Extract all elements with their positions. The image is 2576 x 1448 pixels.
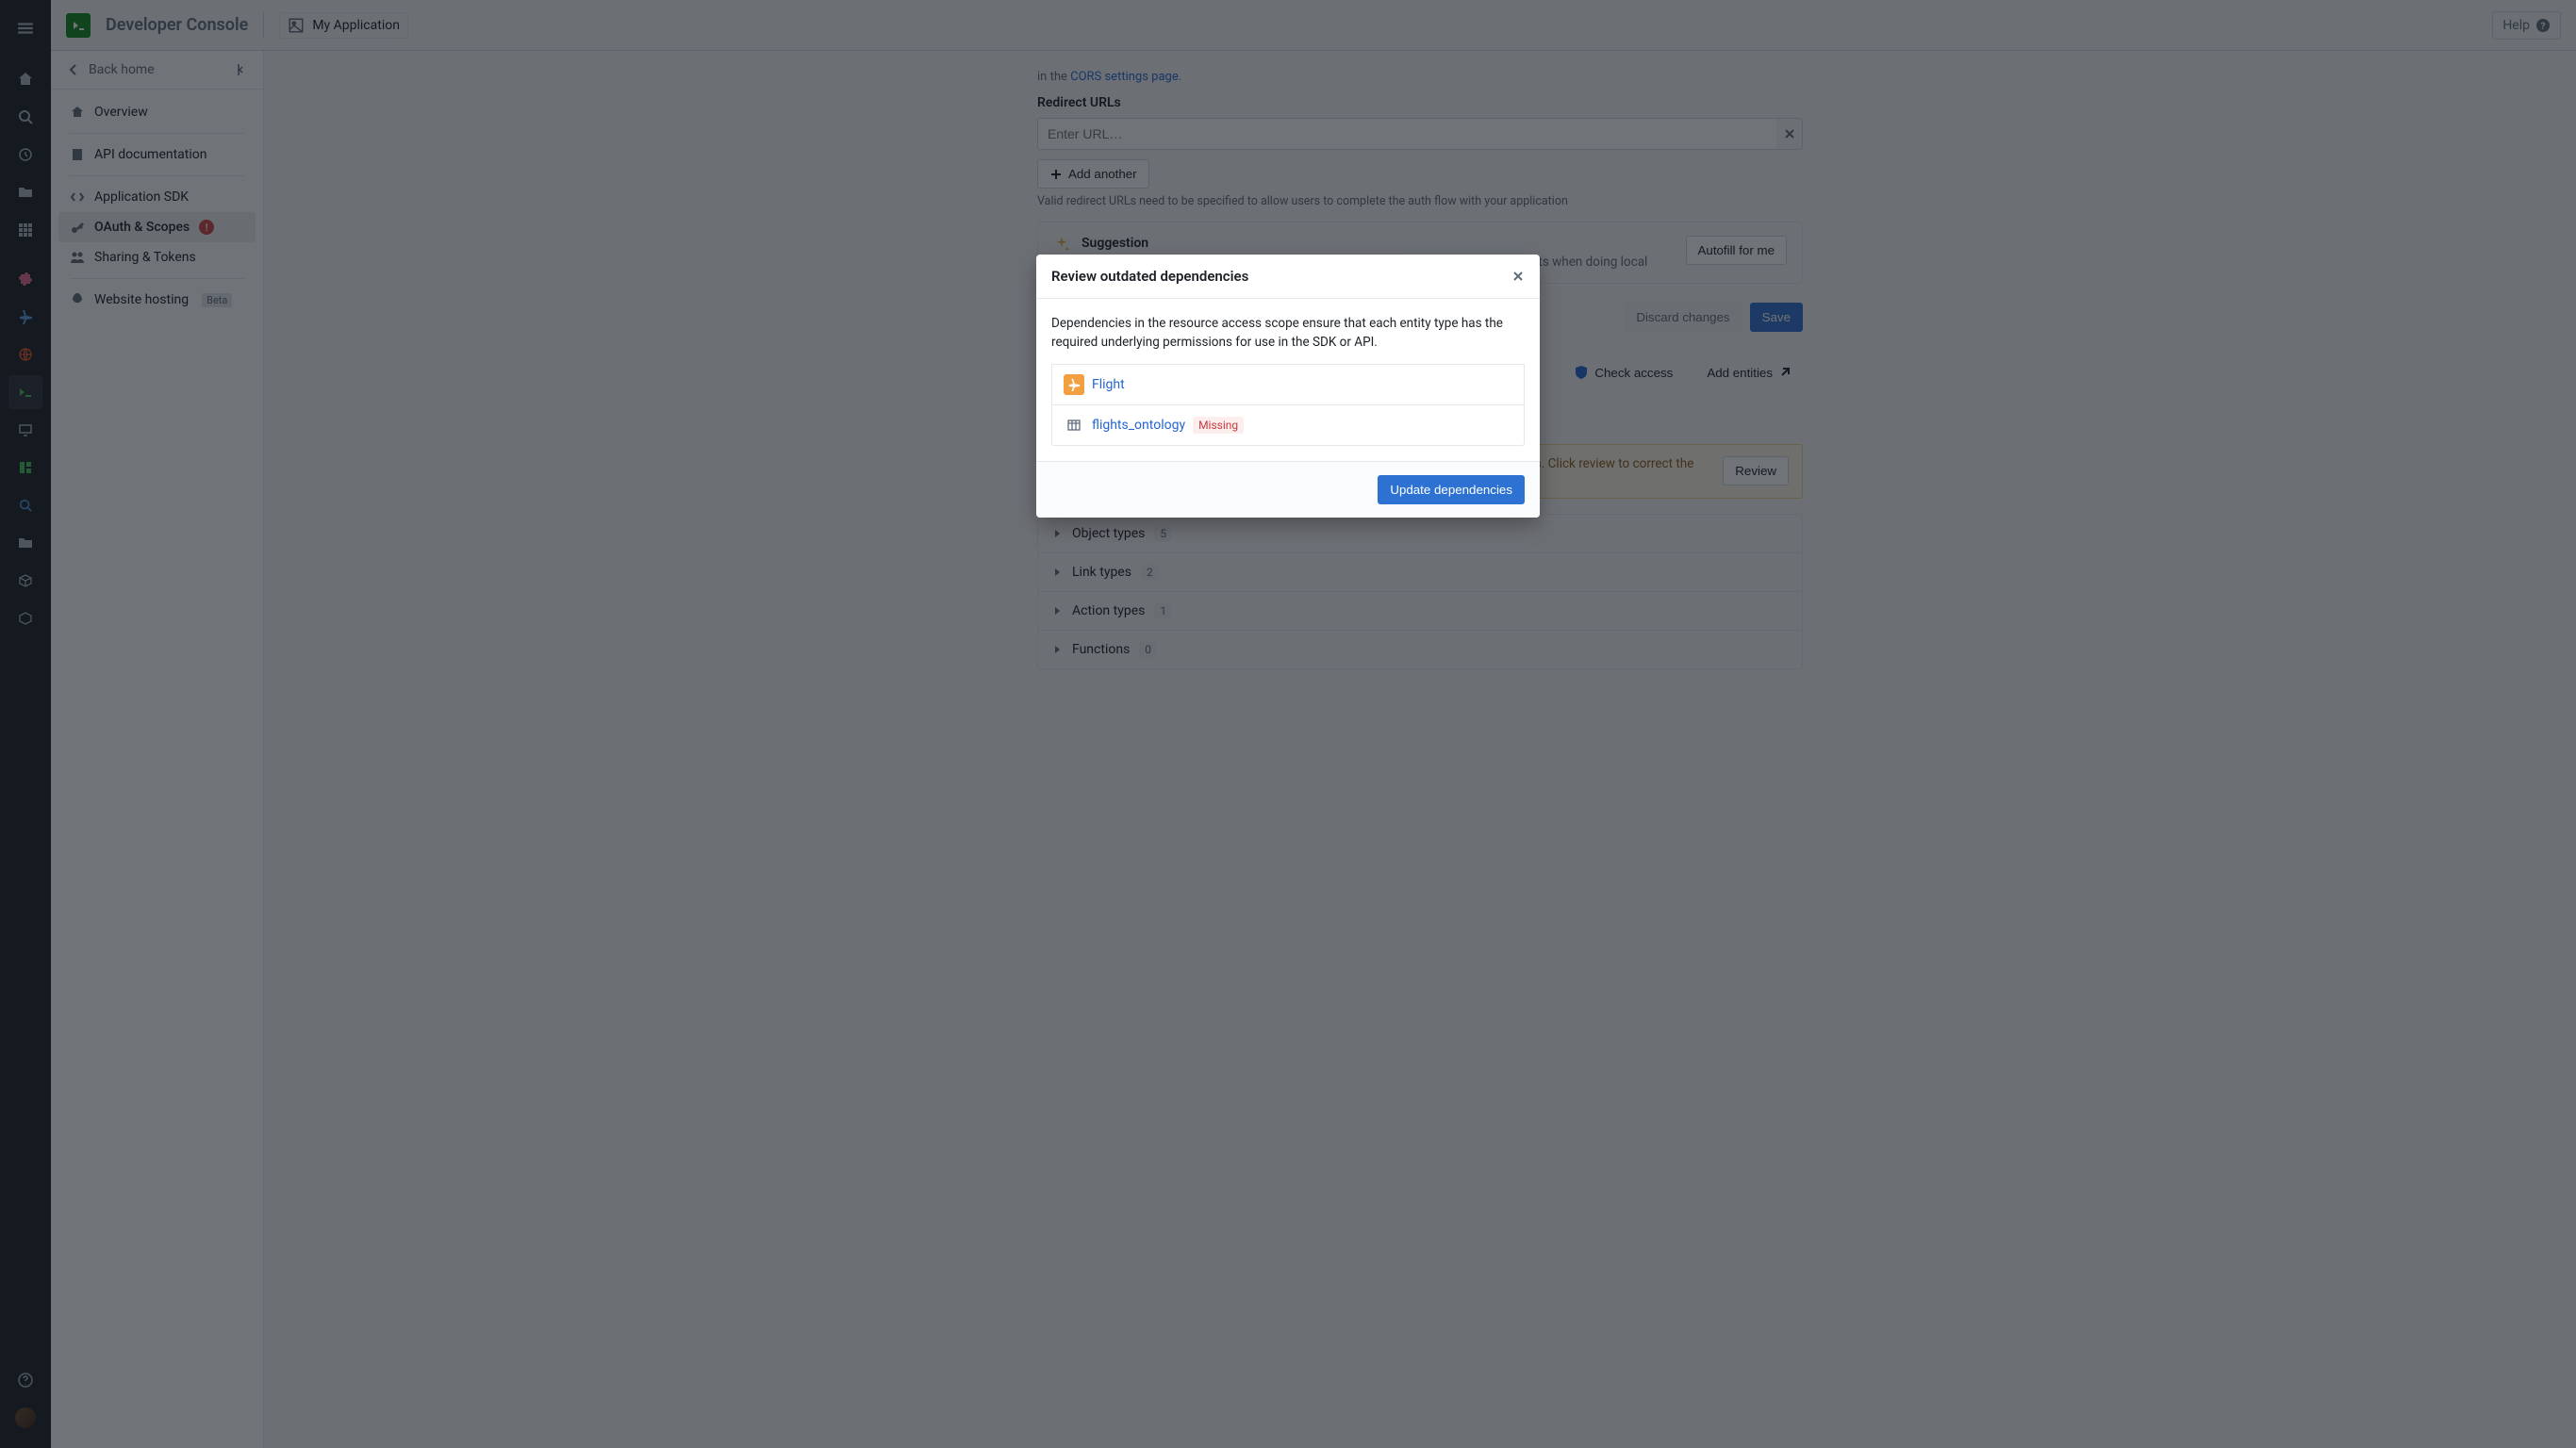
plane-icon [1064, 374, 1084, 395]
dependencies-modal: Review outdated dependencies Dependencie… [1036, 255, 1540, 518]
entity-row-ontology[interactable]: flights_ontology Missing [1051, 405, 1525, 446]
update-dependencies-button[interactable]: Update dependencies [1378, 475, 1525, 504]
modal-close-button[interactable] [1511, 270, 1525, 283]
entity-row-flight[interactable]: Flight [1051, 364, 1525, 405]
missing-badge: Missing [1193, 417, 1244, 434]
modal-description: Dependencies in the resource access scop… [1051, 314, 1525, 353]
modal-title: Review outdated dependencies [1051, 268, 1248, 285]
table-icon [1064, 415, 1084, 436]
modal-overlay: Review outdated dependencies Dependencie… [0, 0, 2576, 1448]
